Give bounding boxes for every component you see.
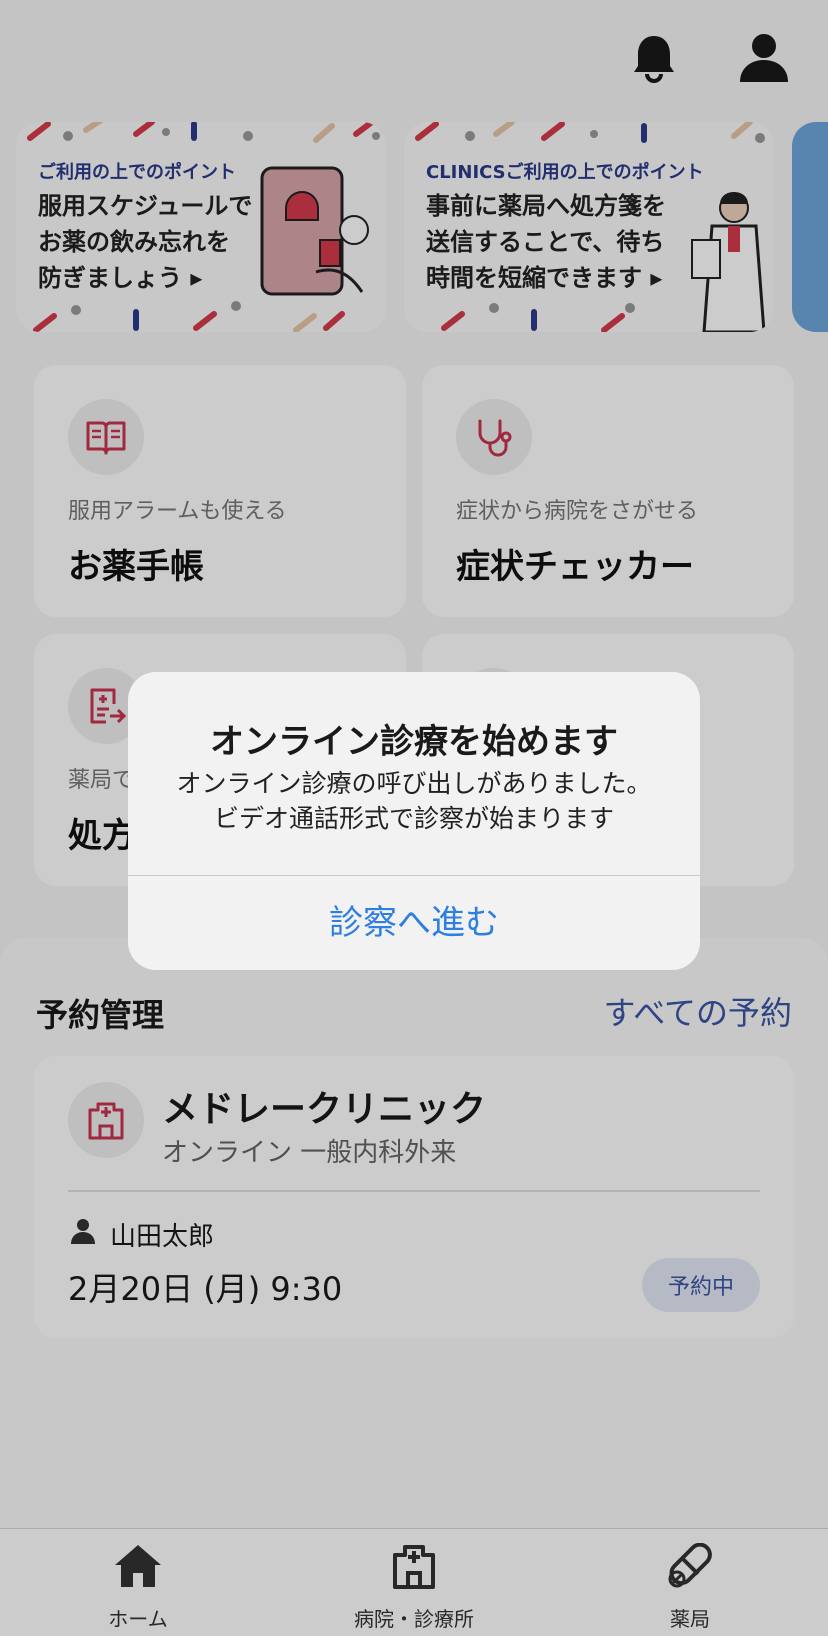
alert-title: オンライン診療を始めます	[210, 722, 618, 762]
alert-message: オンライン診療の呼び出しがありました。 ビデオ通話形式で診察が始まります	[176, 769, 652, 833]
alert-dialog: オンライン診療を始めます オンライン診療の呼び出しがありました。 ビデオ通話形式…	[128, 672, 700, 970]
proceed-to-consultation-button[interactable]: 診察へ進む	[128, 876, 700, 970]
